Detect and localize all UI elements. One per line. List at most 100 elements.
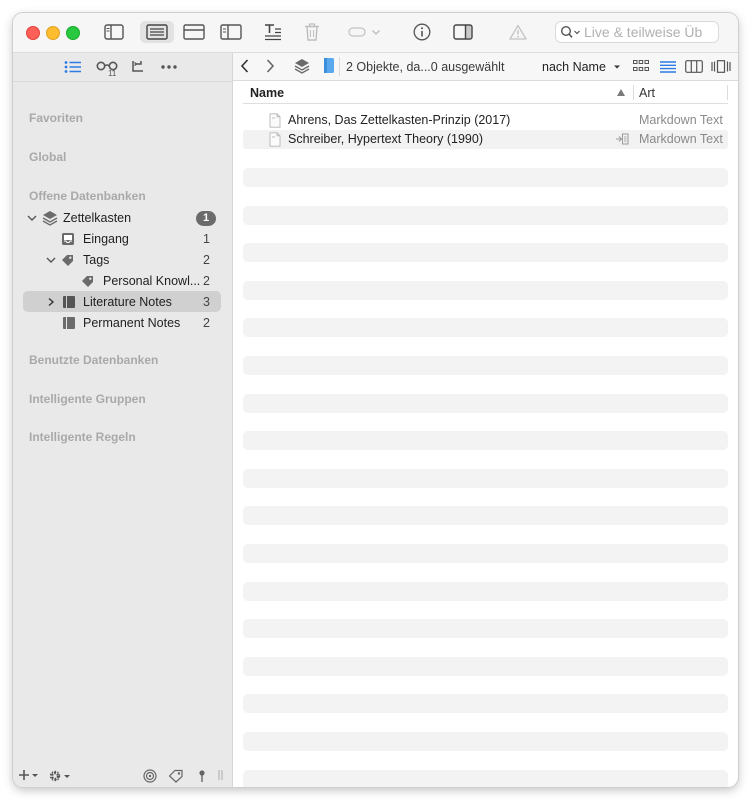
- table-row[interactable]: Schreiber, Hypertext Theory (1990) Markd…: [243, 130, 728, 149]
- search-icon: [560, 25, 580, 38]
- tab-navigate[interactable]: [63, 58, 83, 76]
- file-name: Ahrens, Das Zettelkasten-Prinzip (2017): [288, 113, 511, 127]
- sidebar-item-permanent-notes[interactable]: Permanent Notes 2: [23, 313, 221, 333]
- list-bullets-icon: [64, 61, 81, 73]
- unread-badge: 1: [196, 210, 216, 226]
- tag-icon: [61, 253, 75, 267]
- zoom-window-button[interactable]: [66, 26, 80, 40]
- forward-button[interactable]: [264, 58, 276, 74]
- indexed-file-icon: [616, 133, 629, 145]
- icon-grid-icon: [633, 60, 649, 71]
- inspector-panel-icon: [453, 24, 473, 40]
- empty-row: [243, 506, 728, 525]
- warning-button[interactable]: [507, 21, 529, 43]
- sidebar-item-literature-notes[interactable]: Literature Notes 3: [23, 291, 221, 312]
- inspector-toggle-button[interactable]: [451, 21, 475, 43]
- back-button[interactable]: [239, 58, 251, 74]
- file-name: Schreiber, Hypertext Theory (1990): [288, 132, 484, 146]
- column-divider[interactable]: [727, 85, 728, 100]
- empty-row: [243, 281, 728, 300]
- sidebar-item-eingang[interactable]: Eingang 1: [23, 229, 221, 249]
- search-field[interactable]: [555, 21, 719, 43]
- sidebar-item-label: Tags: [83, 253, 110, 267]
- view-list-button[interactable]: [140, 21, 174, 43]
- empty-row: [243, 732, 728, 751]
- section-smart-groups[interactable]: Intelligente Gruppen: [29, 392, 146, 406]
- sidebar-icon: [104, 24, 124, 40]
- selection-status: 2 Objekte, da...0 ausgewählt: [346, 60, 505, 74]
- info-button[interactable]: [411, 21, 433, 43]
- path-group-button[interactable]: [323, 57, 335, 75]
- empty-row: [243, 619, 728, 638]
- search-input[interactable]: [582, 24, 714, 40]
- tab-reading-list[interactable]: 11: [94, 58, 120, 78]
- chevron-down-icon[interactable]: [26, 213, 38, 223]
- chevron-right-icon: [266, 59, 275, 73]
- chevron-down-icon: [32, 773, 38, 777]
- chevron-down-icon[interactable]: [45, 255, 57, 265]
- blue-group-icon: [324, 58, 334, 73]
- list-lines-icon: [660, 61, 676, 73]
- close-window-button[interactable]: [26, 26, 40, 40]
- column-header-kind[interactable]: Art: [639, 86, 655, 100]
- import-arrow-icon: [132, 61, 143, 72]
- sidebar-item-zettelkasten[interactable]: Zettelkasten 1: [23, 208, 221, 228]
- sidebar-item-tags[interactable]: Tags 2: [23, 250, 221, 270]
- view-split-horizontal-button[interactable]: [181, 21, 207, 43]
- section-open-databases[interactable]: Offene Datenbanken: [29, 189, 146, 203]
- column-header-name[interactable]: Name: [250, 86, 284, 100]
- navigation-bar: 2 Objekte, da...0 ausgewählt nach Name: [233, 53, 738, 81]
- inbox-icon: [61, 232, 75, 246]
- focus-button[interactable]: [143, 769, 157, 783]
- tag-filter-button[interactable]: [168, 769, 184, 783]
- resize-handle[interactable]: [218, 769, 223, 781]
- sort-ascending-icon[interactable]: [616, 88, 626, 97]
- section-global[interactable]: Global: [29, 150, 66, 164]
- sort-popup-button[interactable]: nach Name: [542, 60, 621, 74]
- section-favorites[interactable]: Favoriten: [29, 111, 83, 125]
- toggle-sidebar-button[interactable]: [101, 21, 127, 43]
- sort-label: nach Name: [542, 60, 606, 74]
- section-used-databases[interactable]: Benutzte Datenbanken: [29, 353, 158, 367]
- path-database-button[interactable]: [293, 57, 311, 75]
- format-text-button[interactable]: [261, 21, 285, 43]
- chevron-right-icon[interactable]: [45, 297, 57, 307]
- reading-list-count: 11: [108, 69, 117, 78]
- action-menu-button[interactable]: [48, 769, 70, 783]
- view-coverflow-button[interactable]: [711, 60, 731, 73]
- empty-row: [243, 544, 728, 563]
- gear-icon: [49, 770, 61, 782]
- database-stack-icon: [294, 59, 310, 74]
- item-count: 2: [203, 253, 210, 267]
- sidebar-item-personal-knowledge[interactable]: Personal Knowl... 2: [23, 271, 221, 291]
- empty-row: [243, 770, 728, 787]
- tab-more[interactable]: [159, 58, 179, 76]
- label-dropdown-button[interactable]: [345, 21, 383, 43]
- column-divider[interactable]: [633, 85, 634, 100]
- table-row[interactable]: Ahrens, Das Zettelkasten-Prinzip (2017) …: [243, 111, 728, 130]
- minimize-window-button[interactable]: [46, 26, 60, 40]
- section-smart-rules[interactable]: Intelligente Regeln: [29, 430, 136, 444]
- tag-icon: [81, 274, 95, 288]
- view-columns-button[interactable]: [685, 60, 703, 73]
- empty-row: [243, 168, 728, 187]
- toolbar: [13, 13, 738, 53]
- split-vertical-icon: [220, 24, 242, 40]
- empty-row: [243, 582, 728, 601]
- delete-button[interactable]: [301, 21, 323, 43]
- tab-import[interactable]: [129, 58, 147, 76]
- coverflow-icon: [711, 60, 731, 73]
- grip-icon: [218, 770, 223, 780]
- view-list-mode-button[interactable]: [660, 61, 676, 73]
- split-horizontal-icon: [183, 24, 205, 40]
- view-split-vertical-button[interactable]: [218, 21, 244, 43]
- pin-button[interactable]: [197, 769, 207, 783]
- sidebar-item-label: Permanent Notes: [83, 316, 181, 330]
- chevron-left-icon: [240, 59, 249, 73]
- markdown-document-icon: [269, 132, 281, 147]
- sidebar-item-label: Eingang: [83, 232, 129, 246]
- empty-row: [243, 318, 728, 337]
- add-menu-button[interactable]: [18, 769, 38, 781]
- empty-row: [243, 431, 728, 450]
- view-icons-button[interactable]: [633, 60, 649, 72]
